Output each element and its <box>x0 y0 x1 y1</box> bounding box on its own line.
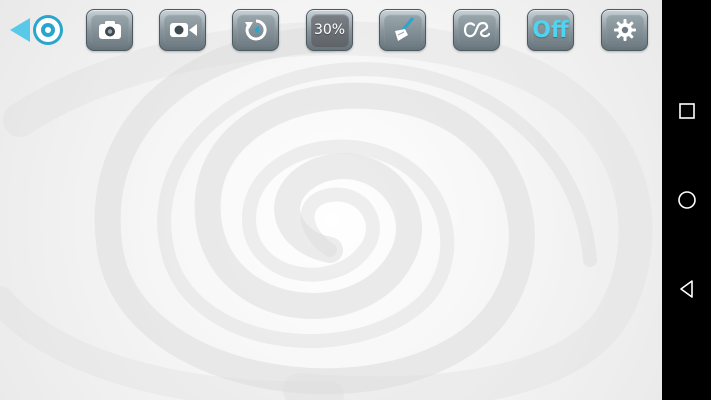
app-screen: 30% Off <box>0 0 711 400</box>
photo-button[interactable] <box>86 9 133 51</box>
video-camera-icon <box>169 23 197 37</box>
settings-button[interactable] <box>601 9 648 51</box>
camera-viewport: 30% Off <box>0 0 662 400</box>
rotate-icon <box>244 19 267 41</box>
broom-icon <box>394 17 413 41</box>
toggle-label: Off <box>532 17 569 43</box>
video-button[interactable] <box>159 9 206 51</box>
back-eye-button[interactable] <box>8 10 66 50</box>
rotate-button[interactable] <box>232 9 279 51</box>
square-icon <box>679 103 695 119</box>
clean-button[interactable] <box>379 9 426 51</box>
lastfm-button[interactable] <box>453 9 500 51</box>
zoom-percent-button[interactable]: 30% <box>306 9 353 51</box>
nav-home[interactable] <box>674 187 700 213</box>
eye-back-arrow-icon <box>10 15 63 45</box>
zoom-percent-label: 30% <box>313 22 346 38</box>
android-nav-bar <box>662 0 711 400</box>
toggle-button[interactable]: Off <box>527 9 574 51</box>
toolbar: 30% Off <box>0 0 662 62</box>
gear-icon <box>613 19 636 41</box>
circle-icon <box>678 191 696 209</box>
lastfm-icon <box>463 21 490 38</box>
triangle-back-icon <box>680 280 693 298</box>
nav-back[interactable] <box>674 276 700 302</box>
camera-icon <box>98 21 121 39</box>
nav-recent-apps[interactable] <box>674 98 700 124</box>
